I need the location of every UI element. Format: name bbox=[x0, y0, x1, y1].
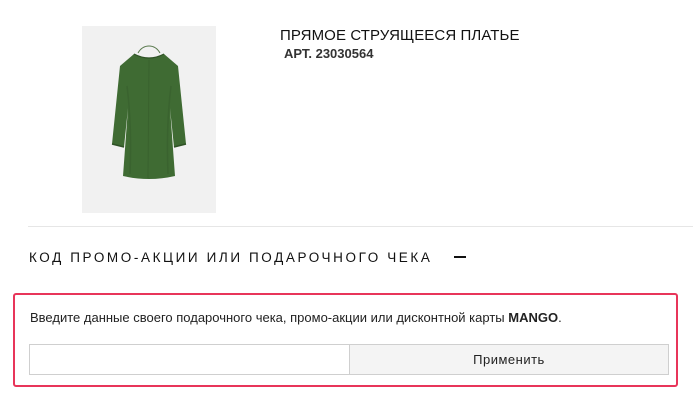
minus-icon[interactable] bbox=[454, 256, 467, 258]
brand-name: MANGO bbox=[508, 310, 559, 325]
section-divider bbox=[28, 226, 693, 227]
dress-icon bbox=[111, 45, 187, 179]
promo-code-form: Введите данные своего подарочного чека, … bbox=[13, 293, 678, 387]
product-image[interactable] bbox=[82, 26, 216, 213]
product-sku: АРТ. 23030564 bbox=[284, 46, 374, 61]
promo-instructions-end: . bbox=[558, 310, 562, 325]
product-title: ПРЯМОЕ СТРУЯЩЕЕСЯ ПЛАТЬЕ bbox=[280, 27, 520, 44]
promo-instructions: Введите данные своего подарочного чека, … bbox=[30, 310, 562, 325]
checkout-promo-page: ПРЯМОЕ СТРУЯЩЕЕСЯ ПЛАТЬЕ АРТ. 23030564 К… bbox=[0, 0, 693, 399]
promo-section-toggle[interactable]: КОД ПРОМО-АКЦИИ ИЛИ ПОДАРОЧНОГО ЧЕКА bbox=[29, 246, 467, 268]
apply-button[interactable]: Применить bbox=[349, 344, 669, 375]
promo-code-input[interactable] bbox=[29, 344, 349, 375]
promo-section-title: КОД ПРОМО-АКЦИИ ИЛИ ПОДАРОЧНОГО ЧЕКА bbox=[29, 249, 433, 265]
promo-instructions-text: Введите данные своего подарочного чека, … bbox=[30, 310, 509, 325]
